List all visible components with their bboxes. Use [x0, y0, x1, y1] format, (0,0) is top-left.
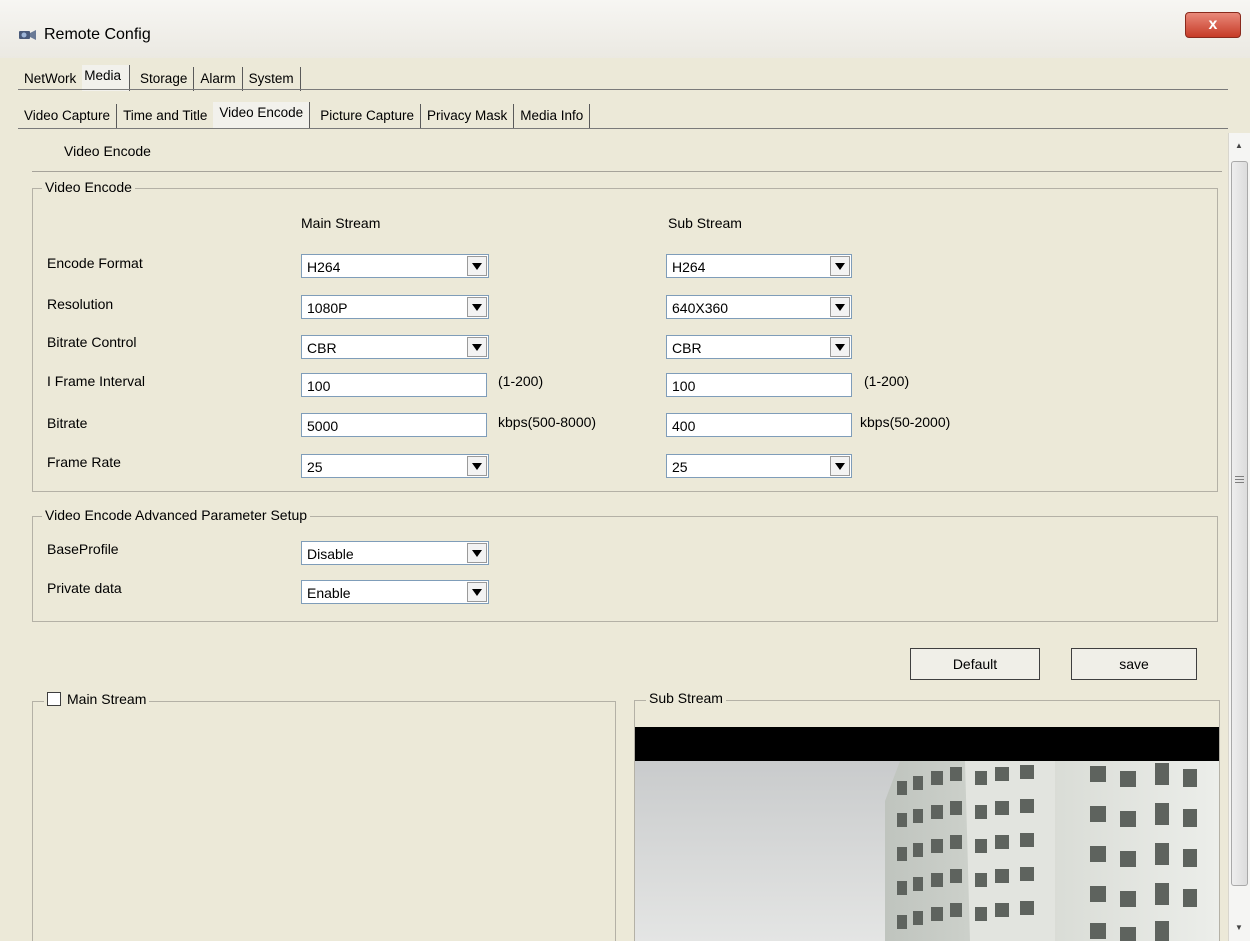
tab-media[interactable]: Media [82, 65, 131, 91]
video-letterbox-bar [635, 727, 1219, 761]
base-profile-value: Disable [307, 546, 354, 562]
chevron-down-icon[interactable] [467, 543, 487, 563]
main-stream-header: Main Stream [301, 215, 381, 231]
sub-bitrate-control-select[interactable]: CBR [666, 335, 852, 359]
advanced-parameter-group-title: Video Encode Advanced Parameter Setup [42, 507, 311, 523]
remote-config-window: Remote Config x NetWork Media Storage Al… [0, 0, 1250, 941]
chevron-down-icon[interactable] [467, 337, 487, 357]
chevron-down-icon[interactable] [830, 297, 850, 317]
vertical-scrollbar[interactable]: ▲ ▼ [1228, 133, 1250, 941]
main-stream-preview-frame [32, 701, 616, 941]
video-encode-group-title: Video Encode [42, 179, 135, 195]
sub-stream-header: Sub Stream [668, 215, 742, 231]
main-bitrate-hint: kbps(500-8000) [498, 414, 597, 430]
app-icon [18, 26, 38, 42]
main-bitrate-value: 5000 [307, 418, 339, 434]
sub-bitrate-control-value: CBR [672, 340, 702, 356]
sub-bitrate-value: 400 [672, 418, 696, 434]
bitrate-control-label: Bitrate Control [47, 334, 137, 350]
top-tab-row: NetWork Media Storage Alarm System [18, 65, 301, 91]
tab-divider [18, 89, 1228, 90]
main-bitrate-input[interactable]: 5000 [301, 413, 487, 437]
sub-stream-video [635, 761, 1219, 941]
chevron-down-icon[interactable] [467, 297, 487, 317]
chevron-down-icon[interactable] [467, 582, 487, 602]
main-stream-preview-header: Main Stream [44, 691, 150, 707]
chevron-down-icon[interactable] [830, 456, 850, 476]
sub-bitrate-hint: kbps(50-2000) [860, 414, 951, 430]
tab-time-and-title[interactable]: Time and Title [117, 104, 213, 128]
main-bitrate-control-select[interactable]: CBR [301, 335, 489, 359]
i-frame-interval-label: I Frame Interval [47, 373, 146, 389]
tab-privacy-mask[interactable]: Privacy Mask [421, 104, 515, 128]
base-profile-select[interactable]: Disable [301, 541, 489, 565]
title-separator [32, 171, 1222, 172]
tab-video-capture[interactable]: Video Capture [18, 104, 118, 128]
main-encode-format-value: H264 [307, 259, 341, 275]
close-icon: x [1208, 16, 1218, 33]
grip-line [1235, 476, 1244, 477]
tab-storage[interactable]: Storage [130, 67, 195, 91]
sub-resolution-select[interactable]: 640X360 [666, 295, 852, 319]
building-video-frame [635, 761, 1219, 941]
sub-frame-rate-value: 25 [672, 459, 688, 475]
main-i-frame-interval-input[interactable]: 100 [301, 373, 487, 397]
sub-bitrate-input[interactable]: 400 [666, 413, 852, 437]
page-title: Video Encode [64, 143, 151, 159]
main-bitrate-control-value: CBR [307, 340, 337, 356]
advanced-parameter-group [32, 516, 1218, 622]
window-title: Remote Config [44, 26, 151, 43]
resolution-label: Resolution [47, 296, 114, 312]
main-stream-preview-label: Main Stream [67, 691, 147, 707]
sub-tab-row: Video Capture Time and Title Video Encod… [18, 102, 591, 128]
scroll-down-icon[interactable]: ▼ [1233, 921, 1245, 933]
scrollbar-thumb[interactable] [1231, 161, 1248, 886]
tab-video-encode[interactable]: Video Encode [213, 102, 311, 128]
chevron-down-icon[interactable] [830, 256, 850, 276]
base-profile-label: BaseProfile [47, 541, 119, 557]
main-resolution-select[interactable]: 1080P [301, 295, 489, 319]
chevron-down-icon[interactable] [830, 337, 850, 357]
tab-network[interactable]: NetWork [18, 67, 82, 91]
private-data-label: Private data [47, 580, 122, 596]
close-button[interactable]: x [1185, 12, 1241, 38]
sub-stream-preview-label: Sub Stream [646, 690, 726, 706]
tab-system[interactable]: System [243, 67, 301, 91]
main-i-frame-interval-hint: (1-200) [498, 373, 544, 389]
scroll-up-icon[interactable]: ▲ [1233, 139, 1245, 151]
grip-line [1235, 482, 1244, 483]
grip-line [1235, 479, 1244, 480]
title-bar: Remote Config x [0, 0, 1250, 58]
main-resolution-value: 1080P [307, 300, 348, 316]
chevron-down-icon[interactable] [467, 256, 487, 276]
video-encode-group [32, 188, 1218, 492]
main-i-frame-interval-value: 100 [307, 378, 331, 394]
main-encode-format-select[interactable]: H264 [301, 254, 489, 278]
tab-media-info[interactable]: Media Info [514, 104, 591, 128]
frame-rate-label: Frame Rate [47, 454, 121, 470]
sub-encode-format-value: H264 [672, 259, 706, 275]
main-frame-rate-select[interactable]: 25 [301, 454, 489, 478]
private-data-value: Enable [307, 585, 351, 601]
save-button[interactable]: save [1071, 648, 1197, 680]
main-frame-rate-value: 25 [307, 459, 323, 475]
sub-frame-rate-select[interactable]: 25 [666, 454, 852, 478]
sub-encode-format-select[interactable]: H264 [666, 254, 852, 278]
default-button[interactable]: Default [910, 648, 1040, 680]
sub-i-frame-interval-value: 100 [672, 378, 696, 394]
subtab-divider [18, 128, 1228, 129]
bitrate-label: Bitrate [47, 415, 88, 431]
sub-i-frame-interval-input[interactable]: 100 [666, 373, 852, 397]
main-stream-checkbox[interactable] [47, 692, 61, 706]
sub-i-frame-interval-hint: (1-200) [864, 373, 910, 389]
encode-format-label: Encode Format [47, 255, 143, 271]
sub-resolution-value: 640X360 [672, 300, 729, 316]
tab-picture-capture[interactable]: Picture Capture [310, 104, 421, 128]
chevron-down-icon[interactable] [467, 456, 487, 476]
private-data-select[interactable]: Enable [301, 580, 489, 604]
tab-alarm[interactable]: Alarm [194, 67, 243, 91]
